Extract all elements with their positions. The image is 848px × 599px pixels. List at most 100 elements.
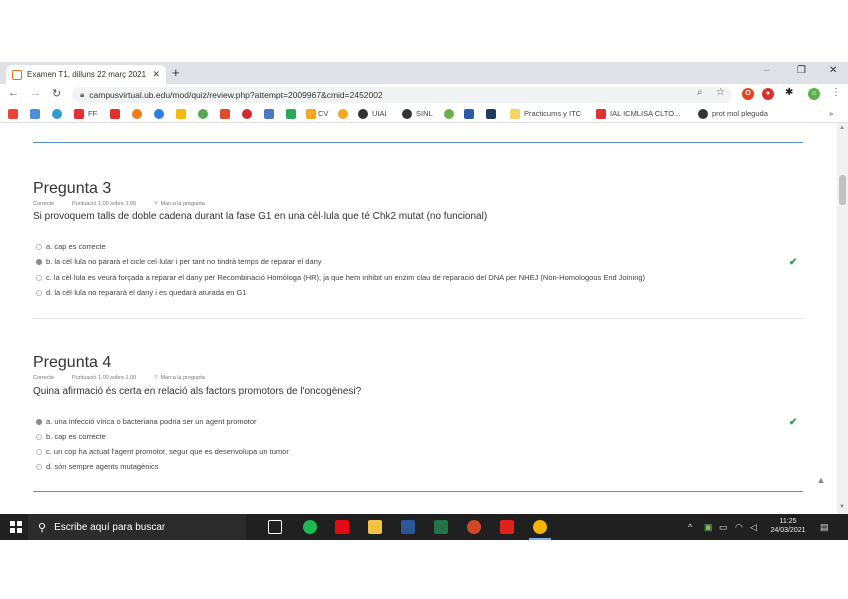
active-app-indicator [529,538,551,540]
close-tab-icon[interactable]: ✕ [152,69,160,80]
close-window-icon[interactable]: ✕ [829,65,837,76]
answer-option[interactable]: c. la cèl·lula es veurà forçada a repara… [36,273,645,282]
bookmark-ial[interactable]: IAL ICMLISA CLTO... [610,109,680,118]
more-bookmarks-icon[interactable]: » [829,109,833,118]
taskbar-clock[interactable]: 11:25 24/03/2021 [768,517,808,535]
flag-question-link[interactable]: ⚐ Marca la pregunta [154,201,205,207]
spotify-icon[interactable] [303,520,317,534]
radio-button[interactable] [36,289,42,296]
opera-extension-icon[interactable]: O [742,88,754,100]
radio-button-selected[interactable] [36,418,42,425]
forward-icon[interactable]: → [30,87,41,99]
answer-option-selected[interactable]: a. una infecció vírica o bacteriana podr… [36,417,257,426]
clock-date: 24/03/2021 [770,527,806,534]
scroll-up-arrow-icon[interactable]: ▲ [839,125,845,131]
globe-icon[interactable] [358,109,368,119]
moodle-favicon-icon [12,69,22,80]
url-field[interactable]: 🔒︎ campusvirtual.ub.edu/mod/quiz/review.… [72,87,732,103]
correct-check-icon: ✔ [789,257,798,268]
wifi-icon[interactable]: ◠ [735,522,743,533]
radio-button[interactable] [36,243,42,250]
bookmark-icon[interactable] [338,109,348,119]
acrobat-icon[interactable] [500,520,514,534]
bookmark-icon[interactable] [176,109,186,119]
scrollbar-thumb[interactable] [839,175,846,205]
browser-tab[interactable]: Examen T1, dilluns 22 març 2021 ✕ [6,65,166,84]
bookmark-uiai[interactable]: UIAI [372,109,387,118]
back-icon[interactable]: ← [8,87,19,99]
bookmark-icon[interactable] [306,109,316,119]
taskbar-search[interactable]: ⚲ Escribe aquí para buscar [28,514,246,540]
battery-icon[interactable]: ▭ [719,522,728,533]
new-tab-button[interactable]: + [172,65,180,81]
task-view-icon[interactable] [268,520,282,534]
minimize-icon[interactable]: – [764,65,770,76]
radio-button[interactable] [36,448,42,455]
radio-button-selected[interactable] [36,258,42,265]
bookmark-icon[interactable] [242,109,252,119]
bookmark-sinl[interactable]: SINL [416,109,433,118]
question-score: Puntuació 1,00 sobre 1,00 [72,375,137,381]
chevron-up-icon[interactable]: ^ [688,522,692,532]
bookmark-icon[interactable] [154,109,164,119]
scroll-to-top-button[interactable]: ▲ [812,471,830,489]
globe-icon[interactable] [698,109,708,119]
option-label: a. cap es correcte [46,242,106,251]
folder-icon[interactable] [510,109,520,119]
maximize-icon[interactable]: ❐ [797,65,806,76]
bookmark-label[interactable]: FF [88,109,97,118]
windows-start-icon[interactable] [10,521,22,533]
file-explorer-icon[interactable] [368,520,382,534]
bookmark-icon[interactable] [30,109,40,119]
answer-option[interactable]: d. són sempre agents mutagènics [36,462,159,471]
bookmark-icon[interactable] [264,109,274,119]
flag-label: Marca la pregunta [160,201,205,207]
bookmark-icon[interactable] [444,109,454,119]
extensions-puzzle-icon[interactable]: ✱ [785,87,793,98]
drive-bookmark-icon[interactable] [286,109,296,119]
bookmark-star-icon[interactable]: ☆ [716,87,725,98]
answer-option-selected[interactable]: b. la cèl·lula no pararà el cicle cel·lu… [36,257,322,266]
zoom-icon[interactable]: ⌕ [697,87,703,98]
reload-icon[interactable]: ↻ [52,87,61,100]
chrome-icon[interactable] [533,520,547,534]
excel-icon[interactable] [434,520,448,534]
bookmark-icon[interactable] [132,109,142,119]
profile-avatar-icon[interactable]: ☺ [808,88,820,100]
vertical-scrollbar[interactable]: ▲ ▼ [837,123,848,514]
volume-icon[interactable]: ◁ [750,522,757,533]
correct-check-icon: ✔ [789,417,798,428]
bookmark-prot[interactable]: prot mol pleguda [712,109,768,118]
radio-button[interactable] [36,433,42,440]
answer-option[interactable]: d. la cèl·lula no repararà el dany i es … [36,288,247,297]
youtube-bookmark-icon[interactable] [596,109,606,119]
answer-option[interactable]: c. un cop ha actuat l'agent promotor, se… [36,447,289,456]
flag-question-link[interactable]: ⚐ Marca la pregunta [154,375,205,381]
youtube-bookmark-icon[interactable] [110,109,120,119]
menu-kebab-icon[interactable]: ⋮ [831,87,841,98]
bookmark-practicums[interactable]: Practicums y ITC [524,109,581,118]
bookmark-icon[interactable] [198,109,208,119]
netflix-icon[interactable] [335,520,349,534]
word-icon[interactable] [401,520,415,534]
option-label: c. la cèl·lula es veurà forçada a repara… [46,273,646,282]
bookmark-icon[interactable] [52,109,62,119]
tray-app-icon[interactable]: ▣ [704,522,713,533]
bookmark-icon[interactable] [486,109,496,119]
bookmark-icon[interactable] [464,109,474,119]
tab-strip: Examen T1, dilluns 22 març 2021 ✕ + – ❐ … [0,62,848,84]
globe-icon[interactable] [402,109,412,119]
powerpoint-icon[interactable] [467,520,481,534]
scroll-down-arrow-icon[interactable]: ▼ [839,504,845,510]
bookmark-icon[interactable] [220,109,230,119]
youtube-bookmark-icon[interactable] [74,109,84,119]
radio-button[interactable] [36,274,42,281]
adblock-extension-icon[interactable]: ● [762,88,774,100]
gmail-bookmark-icon[interactable] [8,109,18,119]
answer-option[interactable]: b. cap es correcte [36,432,106,441]
radio-button[interactable] [36,463,42,470]
notifications-icon[interactable]: ▤ [820,522,829,533]
bookmark-cv[interactable]: CV [318,109,328,118]
flag-label: Marca la pregunta [160,375,205,381]
answer-option[interactable]: a. cap es correcte [36,242,106,251]
